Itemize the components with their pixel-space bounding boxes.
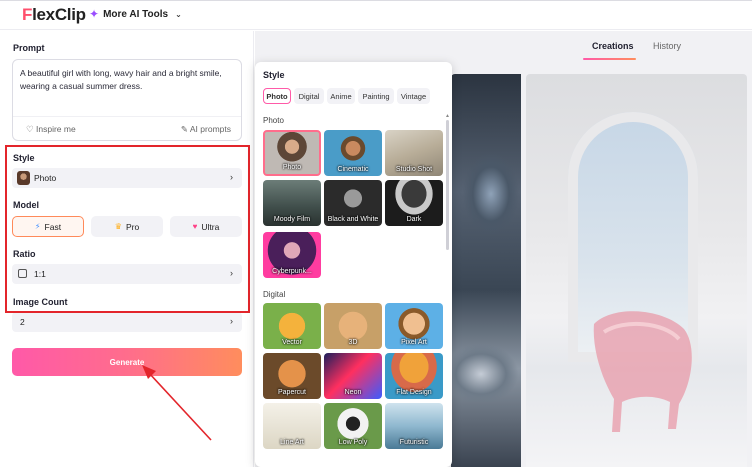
style-thumb-flat-design[interactable]: Flat Design — [385, 353, 443, 399]
highlight-box — [5, 145, 250, 313]
prompt-textarea[interactable]: A beautiful girl with long, wavy hair an… — [12, 59, 242, 141]
results-tabs: Creations History — [255, 31, 752, 63]
style-thumb-papercut[interactable]: Papercut — [263, 353, 321, 399]
style-thumb-label: Low Poly — [338, 439, 368, 446]
style-thumb-3d[interactable]: 3D — [324, 303, 382, 349]
sparkle-icon: ✦ — [89, 7, 100, 21]
chip-anime[interactable]: Anime — [327, 88, 355, 104]
chip-photo[interactable]: Photo — [263, 88, 291, 104]
chevron-down-icon: ⌄ — [175, 9, 182, 19]
ai-prompts-label: AI prompts — [189, 124, 231, 134]
more-ai-tools-label: More AI Tools — [103, 8, 169, 20]
style-thumb-neon[interactable]: Neon — [324, 353, 382, 399]
tab-history[interactable]: History — [653, 41, 681, 51]
inspire-me-label: Inspire me — [36, 124, 76, 134]
ai-prompts-button[interactable]: ✎ AI prompts — [181, 124, 231, 135]
style-thumb-label: Studio Shot — [395, 166, 433, 173]
style-thumb-label: Photo — [282, 164, 302, 171]
style-thumb-label: Futuristic — [399, 439, 429, 446]
style-thumb-dark[interactable]: Dark — [385, 180, 443, 226]
style-thumb-photo[interactable]: Photo — [263, 130, 321, 176]
image-count-value: 2 — [20, 317, 25, 327]
generated-image-astronaut[interactable] — [451, 74, 521, 467]
inspire-me-button[interactable]: ♡ Inspire me — [26, 124, 76, 135]
style-thumb-label: Line Art — [280, 439, 304, 446]
style-thumb-label: 3D — [348, 339, 358, 346]
style-thumb-label: Moody Film — [273, 216, 311, 223]
style-thumb-cyberpunk[interactable]: Cyberpunk... — [263, 232, 321, 278]
digital-category-label: Digital — [263, 290, 286, 299]
style-popup: Style Photo Digital Anime Painting Vinta… — [255, 62, 452, 467]
style-thumb-cinematic[interactable]: Cinematic — [324, 130, 382, 176]
magic-wand-icon: ✎ — [180, 124, 188, 134]
popup-title: Style — [263, 70, 285, 80]
style-thumb-moody-film[interactable]: Moody Film — [263, 180, 321, 226]
image-count-select[interactable]: 2 › — [12, 312, 242, 332]
chip-digital[interactable]: Digital — [294, 88, 324, 104]
generated-image-chair[interactable] — [526, 74, 747, 467]
style-thumb-label: Dark — [406, 216, 422, 223]
photo-category-label: Photo — [263, 116, 284, 125]
style-thumb-line-art[interactable]: Line Art — [263, 403, 321, 449]
prompt-text[interactable]: A beautiful girl with long, wavy hair an… — [20, 67, 236, 93]
style-thumb-label: Vector — [282, 339, 302, 346]
top-bar: FlexClip ✦ More AI Tools ⌄ — [0, 0, 752, 30]
style-thumb-label: Black and White — [327, 216, 379, 223]
lightbulb-icon: ♡ — [26, 124, 34, 134]
style-thumb-label: Flat Design — [396, 389, 432, 396]
style-thumb-studio-shot[interactable]: Studio Shot — [385, 130, 443, 176]
more-ai-tools-menu[interactable]: ✦ More AI Tools ⌄ — [89, 7, 182, 21]
tab-creations[interactable]: Creations — [592, 41, 634, 51]
scroll-up-arrow[interactable]: ▲ — [445, 113, 450, 119]
style-thumb-pixel-art[interactable]: Pixel Art — [385, 303, 443, 349]
chip-vintage[interactable]: Vintage — [397, 88, 430, 104]
style-thumb-vector[interactable]: Vector — [263, 303, 321, 349]
style-thumb-label: Neon — [344, 389, 362, 396]
popup-scrollbar[interactable] — [446, 120, 449, 250]
flexclip-logo[interactable]: FlexClip — [22, 5, 86, 25]
chair-graphic — [593, 311, 692, 432]
style-thumb-label: Cinematic — [337, 166, 369, 173]
prompt-actions: ♡ Inspire me ✎ AI prompts — [13, 116, 241, 140]
prompt-label: Prompt — [13, 43, 45, 53]
generate-button[interactable]: Generate — [12, 348, 242, 376]
style-thumb-black-and-white[interactable]: Black and White — [324, 180, 382, 226]
active-tab-indicator — [583, 58, 636, 60]
chevron-right-icon: › — [230, 316, 233, 326]
style-thumb-label: Pixel Art — [401, 339, 427, 346]
style-thumb-label: Cyberpunk... — [272, 268, 312, 275]
chip-painting[interactable]: Painting — [358, 88, 394, 104]
style-thumb-futuristic[interactable]: Futuristic — [385, 403, 443, 449]
style-thumb-low-poly[interactable]: Low Poly — [324, 403, 382, 449]
style-thumb-label: Papercut — [277, 389, 307, 396]
